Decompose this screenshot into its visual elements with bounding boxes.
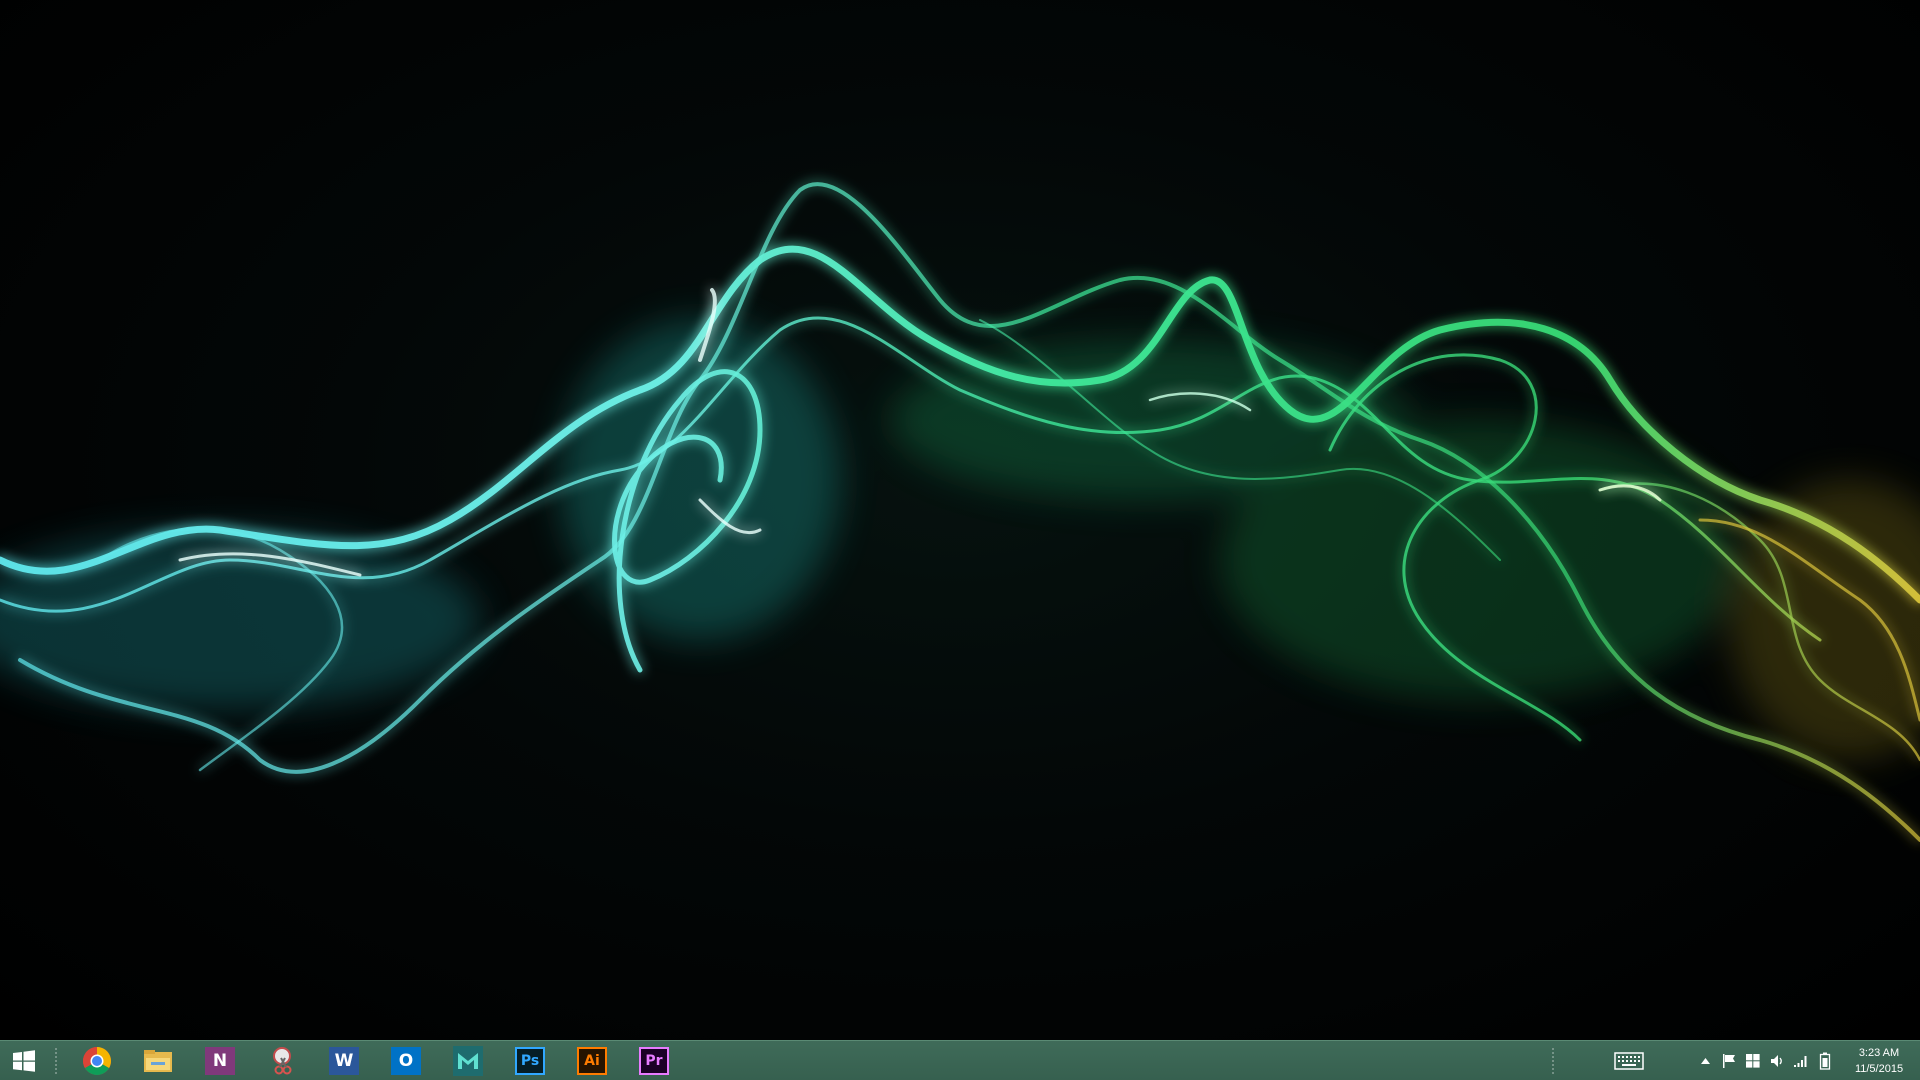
speaker-icon — [1771, 1054, 1782, 1067]
premiere-icon: Pr — [639, 1046, 669, 1075]
volume-button[interactable] — [1766, 1041, 1788, 1080]
maya-icon — [453, 1045, 483, 1076]
clock-date: 11/5/2015 — [1854, 1062, 1904, 1075]
taskbar-app-illustrator[interactable]: Ai — [564, 1041, 620, 1080]
illustrator-icon: Ai — [577, 1046, 607, 1075]
taskbar-app-snipping-tool[interactable] — [254, 1041, 310, 1080]
battery-button[interactable] — [1814, 1041, 1836, 1080]
photoshop-glyph: Ps — [520, 1052, 540, 1069]
desktop-wallpaper — [0, 0, 1920, 1040]
taskbar-app-maya[interactable] — [440, 1041, 496, 1080]
chrome-icon — [83, 1046, 111, 1075]
taskbar-app-word[interactable]: W — [316, 1041, 372, 1080]
battery-icon — [1819, 1052, 1831, 1070]
folder-icon — [144, 1049, 172, 1072]
premiere-glyph: Pr — [645, 1052, 663, 1069]
onenote-icon: N — [205, 1046, 235, 1075]
touch-keyboard-button[interactable] — [1608, 1041, 1650, 1080]
touch-keyboard-icon — [1614, 1051, 1644, 1070]
taskbar-grip[interactable] — [54, 1047, 58, 1075]
signal-bars-icon — [1794, 1055, 1807, 1067]
flag-icon — [1723, 1053, 1735, 1068]
windows-logo-icon — [13, 1049, 35, 1072]
taskbar-app-onenote[interactable]: N — [192, 1041, 248, 1080]
action-center-button[interactable] — [1718, 1041, 1740, 1080]
windows-tray-button[interactable] — [1742, 1041, 1764, 1080]
network-button[interactable] — [1790, 1041, 1812, 1080]
taskbar-app-file-explorer[interactable] — [130, 1041, 186, 1080]
system-clock[interactable]: 3:23 AM 11/5/2015 — [1838, 1041, 1920, 1080]
word-icon: W — [329, 1046, 359, 1075]
outlook-icon: O — [391, 1046, 421, 1075]
taskbar-app-photoshop[interactable]: Ps — [502, 1041, 558, 1080]
taskbar-app-premiere[interactable]: Pr — [626, 1041, 682, 1080]
scissors-icon — [273, 1046, 292, 1074]
onenote-glyph: N — [212, 1050, 228, 1071]
clock-time: 3:23 AM — [1858, 1046, 1900, 1059]
tray-grip[interactable] — [1551, 1047, 1555, 1075]
up-arrow-icon — [1700, 1057, 1710, 1064]
illustrator-glyph: Ai — [584, 1052, 600, 1069]
outlook-glyph: O — [398, 1050, 414, 1071]
taskbar-app-outlook[interactable]: O — [378, 1041, 434, 1080]
photoshop-icon: Ps — [515, 1046, 545, 1075]
show-hidden-icons-button[interactable] — [1696, 1041, 1714, 1080]
windows-small-icon — [1746, 1053, 1760, 1068]
taskbar: N W O Ps Ai Pr 3:23 AM 11/5/2015 — [0, 1040, 1920, 1080]
taskbar-app-chrome[interactable] — [69, 1041, 125, 1080]
word-glyph: W — [334, 1050, 354, 1071]
smoke-wallpaper-art — [0, 182, 1920, 842]
start-button[interactable] — [0, 1041, 48, 1080]
